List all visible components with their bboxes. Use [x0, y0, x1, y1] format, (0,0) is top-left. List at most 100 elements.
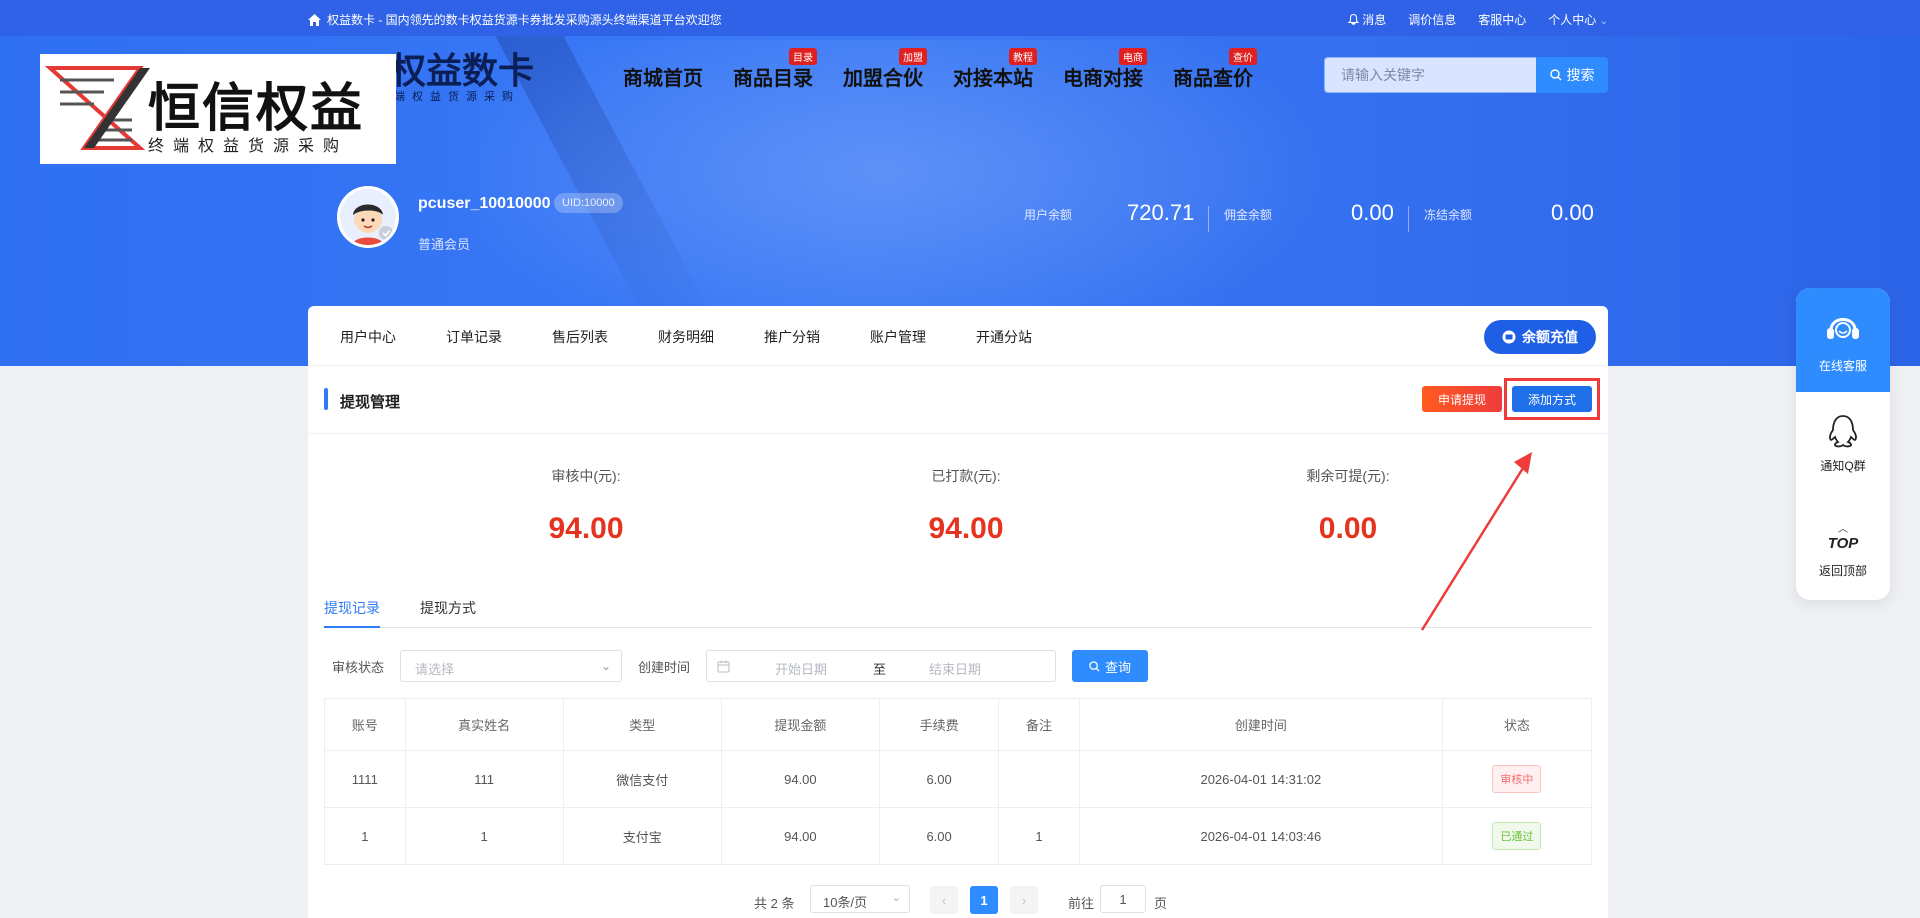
stat-value: 94.00 — [548, 512, 624, 545]
nav-mall-home[interactable]: 商城首页 — [623, 62, 703, 91]
search-input[interactable] — [1324, 57, 1536, 93]
tab-account[interactable]: 账户管理 — [870, 327, 926, 347]
tab-finance[interactable]: 财务明细 — [658, 327, 714, 347]
calendar-icon — [717, 660, 730, 673]
commission-balance-label: 佣金余额 — [1224, 208, 1273, 222]
nav-badge: 教程 — [1009, 48, 1037, 65]
tab-withdraw-methods[interactable]: 提现方式 — [420, 598, 476, 618]
cell-created: 2026-04-01 14:31:02 — [1078, 750, 1443, 808]
chevron-down-icon: ⌄ — [891, 892, 901, 904]
cell-amount: 94.00 — [720, 807, 880, 865]
nav-label: 加盟合伙 — [843, 68, 923, 90]
back-to-top-button[interactable]: ︿ TOP 返回顶部 — [1796, 520, 1890, 579]
recharge-button[interactable]: 余额充值 — [1484, 320, 1596, 354]
table-row: 1111 111 微信支付 94.00 6.00 2026-04-01 14:3… — [324, 750, 1593, 808]
cell-type: 支付宝 — [562, 807, 722, 865]
col-real-name: 真实姓名 — [404, 698, 564, 751]
cell-status: 已通过 — [1441, 807, 1593, 865]
tab-after-sales[interactable]: 售后列表 — [552, 327, 608, 347]
page-1-button[interactable]: 1 — [970, 886, 998, 914]
floating-sidebar: 在线客服 通知Q群 ︿ TOP 返回顶部 — [1796, 288, 1890, 600]
service-center-link[interactable]: 客服中心 — [1478, 11, 1526, 28]
user-balance-label-wrap: 用户余额 — [1024, 206, 1072, 223]
prev-page-button[interactable]: ‹ — [930, 886, 958, 914]
divider — [1408, 206, 1409, 232]
cell-type: 微信支付 — [562, 750, 722, 808]
qq-group-label: 通知Q群 — [1820, 459, 1866, 473]
user-balance-value: 720.71 — [1127, 200, 1195, 225]
page-size-value: 10条/页 — [823, 895, 868, 910]
welcome-area: 权益数卡 - 国内领先的数卡权益货源卡券批发采购源头终端渠道平台欢迎您 — [308, 11, 722, 28]
col-status: 状态 — [1441, 698, 1593, 751]
messages-link[interactable]: 消息 — [1347, 11, 1386, 28]
table-header-row: 账号 真实姓名 类型 提现金额 手续费 备注 创建时间 状态 — [324, 698, 1593, 751]
chevron-up-icon: ︿ — [1838, 524, 1848, 535]
nav-franchise[interactable]: 加盟合伙 加盟 — [843, 48, 927, 91]
user-tabs: 用户中心 订单记录 售后列表 财务明细 推广分销 账户管理 开通分站 余额充值 — [308, 306, 1608, 366]
avatar[interactable] — [337, 186, 399, 248]
end-date-input[interactable]: 结束日期 — [929, 659, 981, 678]
commission-balance-label-wrap: 佣金余额 — [1224, 206, 1272, 223]
price-adjust-link[interactable]: 调价信息 — [1408, 11, 1456, 28]
qq-group-button[interactable]: 通知Q群 — [1796, 412, 1890, 474]
main-nav: 商城首页 商品目录 目录 加盟合伙 加盟 对接本站 教程 电商对接 电商 商品查价 查价 — [623, 48, 1283, 91]
status-filter-label: 审核状态 — [332, 659, 385, 675]
apply-withdraw-button[interactable]: 申请提现 — [1422, 386, 1502, 412]
personal-center-link[interactable]: 个人中心 ⌄ — [1548, 11, 1608, 28]
personal-center-label: 个人中心 — [1548, 13, 1597, 27]
active-tab-indicator — [324, 626, 380, 628]
cell-remark — [998, 750, 1080, 808]
home-icon — [308, 13, 321, 26]
search-button[interactable]: 搜索 — [1536, 57, 1608, 93]
nav-integration[interactable]: 对接本站 教程 — [953, 48, 1037, 91]
site-logo-text: 权益数卡 — [390, 50, 535, 91]
goto-page-input[interactable]: 1 — [1100, 885, 1146, 913]
cell-real-name: 111 — [404, 750, 564, 808]
user-balance-value-wrap: 720.71 — [1127, 200, 1194, 226]
withdraw-table: 账号 真实姓名 类型 提现金额 手续费 备注 创建时间 状态 1111 111 … — [324, 698, 1593, 865]
status-select-placeholder: 请选择 — [415, 662, 455, 677]
brand-logo[interactable]: 恒信权益 终端权益货源采购 — [40, 54, 396, 164]
search-icon — [1549, 69, 1561, 81]
status-select[interactable]: 请选择 ⌄ — [400, 650, 622, 682]
nav-badge: 查价 — [1229, 48, 1257, 65]
username: pcuser_10010000 — [418, 195, 551, 212]
search-bar: 搜索 — [1324, 57, 1608, 93]
tab-orders[interactable]: 订单记录 — [446, 327, 502, 347]
cell-fee: 6.00 — [878, 750, 1000, 808]
chevron-down-icon: ⌄ — [1599, 16, 1608, 27]
stat-paid: 已打款(元): 94.00 — [816, 466, 1116, 546]
next-page-button[interactable]: › — [1010, 886, 1038, 914]
tab-withdraw-records[interactable]: 提现记录 — [324, 598, 380, 618]
section-header: 提现管理 申请提现 添加方式 — [308, 366, 1608, 434]
top-links: 消息 调价信息 客服中心 个人中心 ⌄ — [1347, 11, 1608, 28]
uid-badge: UID:10000 — [554, 193, 623, 213]
top-bar: 权益数卡 - 国内领先的数卡权益货源卡券批发采购源头终端渠道平台欢迎您 消息 调… — [0, 0, 1920, 36]
nav-price-check[interactable]: 商品查价 查价 — [1173, 48, 1257, 91]
start-date-input[interactable]: 开始日期 — [775, 659, 827, 678]
date-range-picker[interactable]: 开始日期 至 结束日期 — [706, 650, 1056, 682]
section-accent-bar — [324, 388, 328, 410]
annotation-arrow — [1420, 452, 1532, 631]
recharge-label: 余额充值 — [1522, 329, 1578, 345]
nav-ecommerce[interactable]: 电商对接 电商 — [1063, 48, 1147, 91]
nav-product-catalog[interactable]: 商品目录 目录 — [733, 48, 817, 91]
page-size-select[interactable]: 10条/页 ⌄ — [810, 885, 910, 913]
member-level: 普通会员 — [418, 237, 471, 252]
tab-user-center[interactable]: 用户中心 — [340, 327, 396, 347]
col-created: 创建时间 — [1078, 698, 1443, 751]
table-row: 1 1 支付宝 94.00 6.00 1 2026-04-01 14:03:46… — [324, 807, 1593, 865]
divider — [1208, 206, 1209, 232]
col-remark: 备注 — [998, 698, 1080, 751]
top-icon: TOP — [1827, 535, 1859, 552]
online-service-button[interactable]: 在线客服 — [1796, 288, 1890, 392]
nav-label: 商品目录 — [733, 68, 813, 90]
nav-label: 电商对接 — [1063, 68, 1143, 90]
tab-distribution[interactable]: 推广分销 — [764, 327, 820, 347]
tab-substation[interactable]: 开通分站 — [976, 327, 1032, 347]
search-button-label: 搜索 — [1566, 67, 1595, 83]
query-button[interactable]: 查询 — [1072, 650, 1148, 682]
col-type: 类型 — [562, 698, 722, 751]
pagination: 共 2 条 10条/页 ⌄ ‹ 1 › 前往 1 页 — [308, 884, 1608, 916]
col-amount: 提现金额 — [720, 698, 880, 751]
